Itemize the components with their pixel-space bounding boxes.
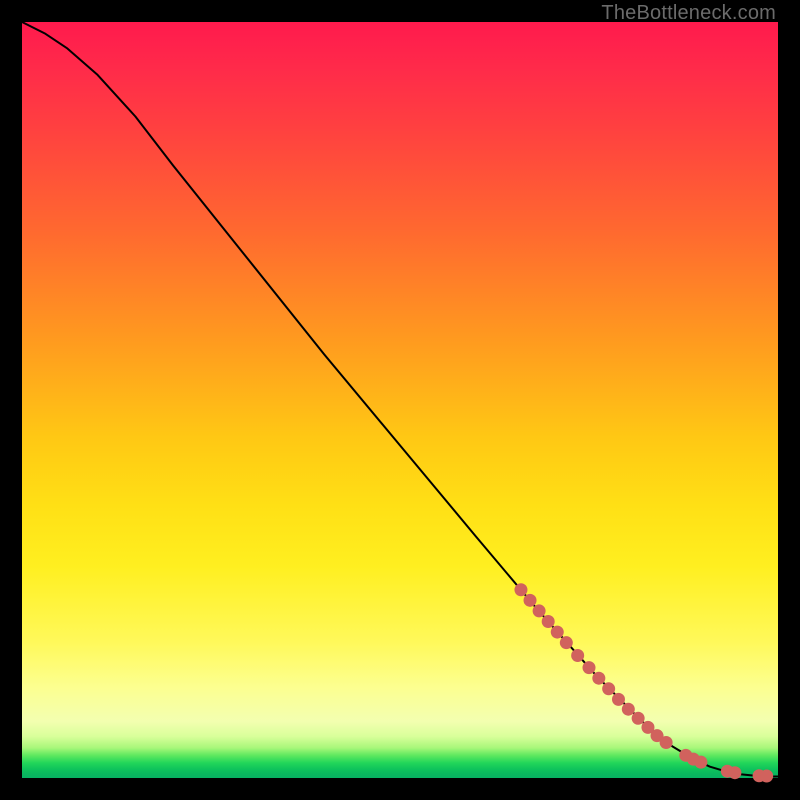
data-point bbox=[583, 661, 596, 674]
data-point bbox=[571, 649, 584, 662]
data-point bbox=[542, 615, 555, 628]
data-point bbox=[533, 604, 546, 617]
data-point bbox=[728, 766, 741, 779]
data-point bbox=[560, 636, 573, 649]
data-point bbox=[622, 703, 635, 716]
data-point bbox=[524, 594, 537, 607]
chart-svg bbox=[22, 22, 778, 778]
bottleneck-curve bbox=[22, 22, 778, 776]
data-point bbox=[694, 756, 707, 769]
data-point bbox=[602, 682, 615, 695]
data-point bbox=[660, 736, 673, 749]
data-point bbox=[551, 626, 564, 639]
plot-area bbox=[22, 22, 778, 778]
data-point bbox=[612, 693, 625, 706]
chart-stage: TheBottleneck.com bbox=[0, 0, 800, 800]
data-point bbox=[514, 583, 527, 596]
data-point bbox=[760, 770, 773, 783]
data-point bbox=[632, 712, 645, 725]
highlighted-points bbox=[514, 583, 773, 782]
data-point bbox=[592, 672, 605, 685]
